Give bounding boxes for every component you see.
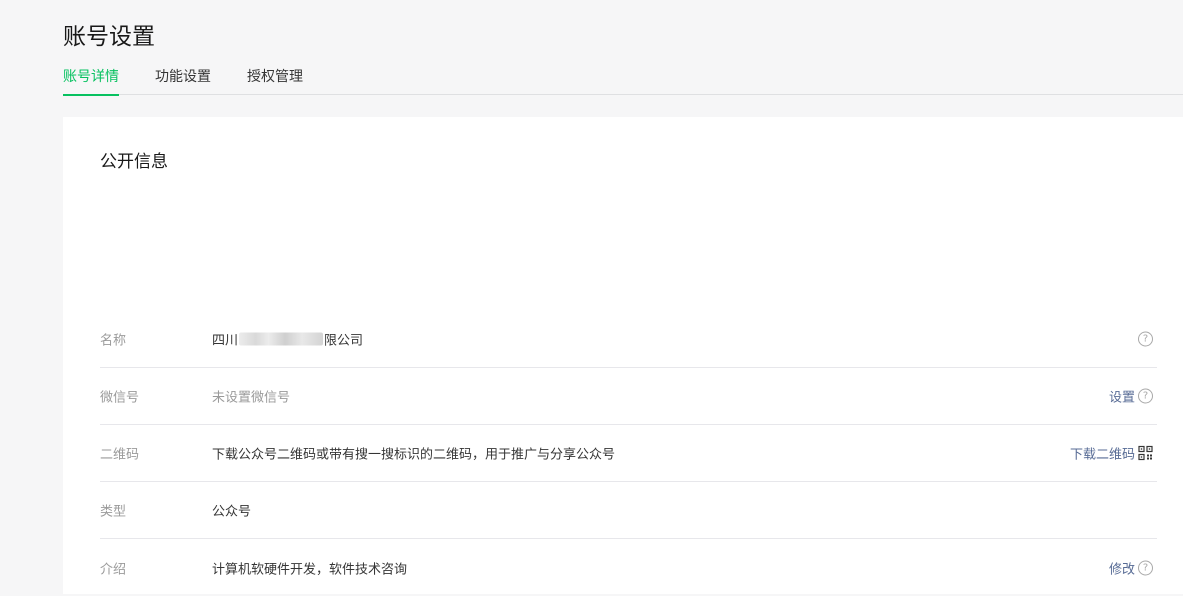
- row-action-qrcode: 下载二维码: [1070, 444, 1153, 463]
- account-type-value: 公众号: [212, 504, 252, 520]
- row-label-intro: 介绍: [100, 562, 127, 577]
- help-circle-icon[interactable]: ?: [1138, 560, 1153, 575]
- account-name-value: 四川 限公司: [212, 330, 363, 349]
- info-row-wechat-id: 微信号 未设置微信号 设置 ?: [100, 368, 1157, 425]
- tab-feature-settings[interactable]: 功能设置: [155, 66, 211, 95]
- tab-bar: 账号详情 功能设置 授权管理: [63, 66, 339, 96]
- help-circle-icon[interactable]: ?: [1138, 331, 1153, 347]
- qr-code-icon[interactable]: [1138, 445, 1153, 461]
- info-row-name: 名称 四川 限公司 ?: [100, 311, 1157, 368]
- row-action-wechat-id: 设置 ?: [1109, 387, 1153, 406]
- wechat-id-value: 未设置微信号: [212, 390, 291, 406]
- tab-account-details[interactable]: 账号详情: [63, 66, 119, 96]
- download-qrcode-link[interactable]: 下载二维码: [1070, 444, 1135, 463]
- page-header: 账号设置 账号详情 功能设置 授权管理: [63, 0, 1183, 96]
- tab-authorization-management[interactable]: 授权管理: [247, 66, 303, 95]
- row-action-name: ?: [1138, 331, 1153, 347]
- help-circle-icon[interactable]: ?: [1138, 388, 1153, 404]
- account-name-suffix: 限公司: [324, 333, 364, 349]
- public-info-card: 公开信息 名称 四川 限公司 ? 微信号 未设置微信号 设置 ? 二维码 下载公…: [63, 117, 1183, 594]
- page-title: 账号设置: [63, 24, 155, 50]
- row-action-intro: 修改 ?: [1109, 558, 1153, 577]
- info-row-type: 类型 公众号: [100, 482, 1157, 539]
- info-rows: 名称 四川 限公司 ? 微信号 未设置微信号 设置 ? 二维码 下载公众号二维码…: [100, 311, 1157, 596]
- row-label-type: 类型: [100, 504, 127, 520]
- qrcode-description: 下载公众号二维码或带有搜一搜标识的二维码，用于推广与分享公众号: [212, 447, 616, 463]
- redacted-text: [239, 332, 324, 346]
- intro-value: 计算机软硬件开发，软件技术咨询: [212, 562, 408, 577]
- section-title: 公开信息: [100, 152, 168, 172]
- edit-intro-link[interactable]: 修改: [1109, 558, 1135, 577]
- row-label-name: 名称: [100, 333, 127, 349]
- info-row-qrcode: 二维码 下载公众号二维码或带有搜一搜标识的二维码，用于推广与分享公众号 下载二维…: [100, 425, 1157, 482]
- row-label-wechat-id: 微信号: [100, 390, 140, 406]
- info-row-intro: 介绍 计算机软硬件开发，软件技术咨询 修改 ?: [100, 539, 1157, 596]
- account-name-prefix: 四川: [212, 333, 239, 349]
- set-wechat-id-link[interactable]: 设置: [1109, 387, 1135, 406]
- row-label-qrcode: 二维码: [100, 447, 140, 463]
